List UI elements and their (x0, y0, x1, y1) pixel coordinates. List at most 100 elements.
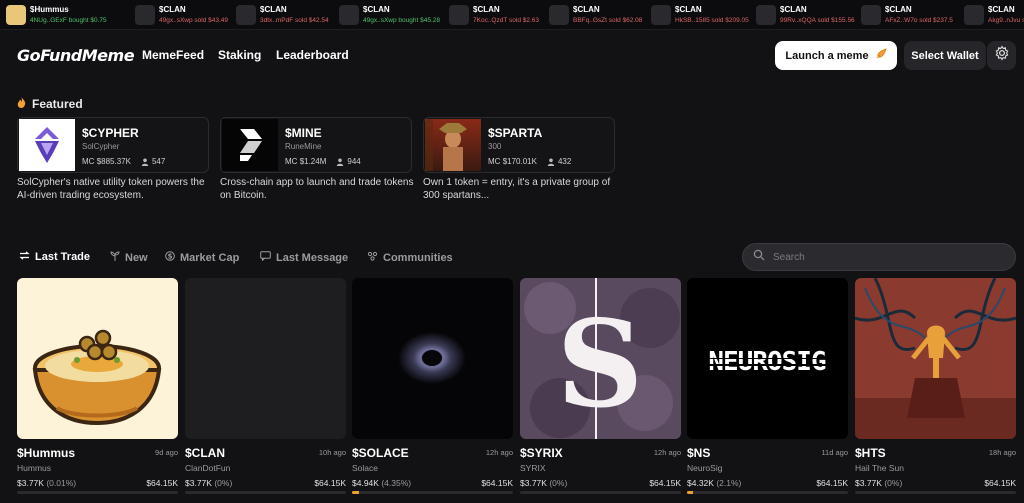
syrix-glyph: S (557, 294, 644, 435)
featured-mc: MC $1.24M (285, 157, 326, 166)
token-image[interactable]: S (520, 278, 681, 439)
bonding-progress-fill (352, 491, 359, 494)
token-image[interactable] (855, 278, 1016, 439)
token-goal: $64.15K (816, 478, 848, 488)
search-box[interactable] (742, 243, 1016, 271)
launch-meme-button[interactable]: Launch a meme (775, 41, 897, 70)
holders-icon (337, 158, 344, 166)
featured-holders: 432 (547, 157, 571, 166)
ticker-action: 7Koc..QzdT sold $2.63 (473, 17, 540, 24)
token-age: 9d ago (155, 448, 178, 457)
ticker-action: 3dtx..mPdF sold $42.54 (260, 17, 329, 24)
tab-last-trade[interactable]: Last Trade (19, 251, 90, 263)
token-image[interactable] (352, 278, 513, 439)
search-input[interactable] (773, 251, 993, 263)
token-card[interactable]: $HTS 18h ago Hail The Sun $3.77K (0%) $64.15… (855, 278, 1016, 503)
ticker-item[interactable]: $CLAN 7Koc..QzdT sold $2.63 (449, 3, 539, 27)
bonding-progress-bar (687, 491, 848, 494)
search-icon (753, 248, 765, 266)
bonding-progress-fill (687, 491, 694, 494)
tab-market-cap[interactable]: $ Market Cap (165, 251, 239, 264)
token-goal: $64.15K (649, 478, 681, 488)
ticker-item[interactable]: $CLAN AFxZ..W7o sold $237.5 (861, 3, 953, 27)
mc-label: MC (82, 157, 95, 166)
token-card[interactable]: $Hummus 9d ago Hummus $3.77K (0.01%) $64.15K (17, 278, 178, 503)
ticker-thumb (861, 5, 881, 25)
market-cap-value: $4.32K (687, 478, 714, 488)
token-goal: $64.15K (481, 478, 513, 488)
token-symbol: $HTS (855, 446, 886, 460)
token-card[interactable]: $SOLACE 12h ago Solace $4.94K (4.35%) $64.15… (352, 278, 513, 503)
tab-new[interactable]: New (110, 251, 148, 264)
ticker-thumb (6, 5, 26, 25)
featured-token-image (19, 119, 75, 171)
token-symbol: $Hummus (17, 446, 76, 460)
ticker-item[interactable]: $CLAN 3dtx..mPdF sold $42.54 (236, 3, 329, 27)
featured-token-image (425, 119, 481, 171)
token-goal: $64.15K (984, 478, 1016, 488)
market-cap-value: $3.77K (855, 478, 882, 488)
ticker-item[interactable]: $Hummus 4NUg..GExF bought $0.75 (6, 3, 107, 27)
token-image[interactable]: NEUROSIG (687, 278, 848, 439)
ticker-thumb (236, 5, 256, 25)
ticker-symbol: $CLAN (159, 5, 186, 14)
logo[interactable]: GoFundMeme (17, 46, 135, 65)
holders-icon (141, 158, 149, 166)
featured-card[interactable]: $CYPHER SolCypher MC $885.37K 547 (17, 117, 209, 173)
featured-card[interactable]: $SPARTA 300 MC $170.01K 432 (423, 117, 615, 173)
token-symbol: $NS (687, 446, 711, 460)
ticker-item[interactable]: $CLAN Akg9..nJvu sold $9 (964, 3, 1024, 27)
token-card[interactable]: S $SYRIX 12h ago SYRIX $3.77K (0%) $64.15K (520, 278, 681, 503)
ticker-symbol: $CLAN (573, 5, 600, 14)
nav-leaderboard[interactable]: Leaderboard (276, 48, 349, 62)
bonding-progress-bar (185, 491, 346, 494)
market-cap-value: $3.77K (520, 478, 547, 488)
token-age: 18h ago (988, 448, 1016, 457)
tab-label: Communities (383, 251, 453, 264)
ticker-item[interactable]: $CLAN 49gx..sXwp bought $45.28 (339, 3, 440, 27)
token-name: ClanDotFun (185, 463, 231, 473)
token-market-cap: $3.77K (0%) (185, 478, 232, 488)
settings-button[interactable] (987, 41, 1016, 70)
token-image[interactable] (17, 278, 178, 439)
featured-description: Cross-chain app to launch and trade toke… (220, 177, 414, 201)
token-image[interactable] (185, 278, 346, 439)
ticker-action: AFxZ..W7o sold $237.5 (885, 17, 953, 24)
tab-communities[interactable]: Communities (367, 251, 453, 264)
token-name: SYRIX (520, 463, 546, 473)
market-cap-change: (0.01%) (46, 478, 77, 488)
token-name: Hail The Sun (855, 463, 904, 473)
featured-title: Featured (32, 97, 83, 111)
ticker-symbol: $CLAN (363, 5, 390, 14)
activity-ticker: $Hummus 4NUg..GExF bought $0.75 $CLAN 49gx.… (0, 0, 1024, 30)
select-wallet-button[interactable]: Select Wallet (904, 41, 986, 70)
nav-memefeed[interactable]: MemeFeed (142, 48, 204, 62)
tab-last-message[interactable]: Last Message (260, 251, 348, 264)
ticker-item[interactable]: $CLAN BBFq..GsZt sold $62.08 (549, 3, 642, 27)
token-name: Hummus (17, 463, 52, 473)
nav-staking[interactable]: Staking (218, 48, 261, 62)
token-market-cap: $4.32K (2.1%) (687, 478, 741, 488)
tab-label: Market Cap (180, 251, 240, 264)
mc-value: $885.37K (96, 157, 131, 166)
tab-label: New (125, 251, 148, 264)
ticker-thumb (964, 5, 984, 25)
gear-icon (994, 45, 1010, 66)
ticker-item[interactable]: $CLAN 49gx..sXwp sold $43.49 (135, 3, 228, 27)
ticker-symbol: $CLAN (780, 5, 807, 14)
featured-stats: MC $1.24M 944 (285, 157, 361, 166)
market-cap-value: $4.94K (352, 478, 379, 488)
token-name: Solace (352, 463, 378, 473)
rocket-icon (875, 48, 887, 63)
featured-stats: MC $885.37K 547 (82, 157, 165, 166)
token-symbol: $CLAN (185, 446, 226, 460)
market-cap-change: (2.1%) (716, 478, 742, 488)
featured-stats: MC $170.01K 432 (488, 157, 571, 166)
ticker-item[interactable]: $CLAN 99Rv..xQQA sold $155.56 (756, 3, 855, 27)
token-card[interactable]: NEUROSIG $NS 11d ago NeuroSig $4.32K (2.1%)… (687, 278, 848, 503)
ticker-item[interactable]: $CLAN HkSB..1585 sold $209.05 (651, 3, 749, 27)
ticker-thumb (135, 5, 155, 25)
featured-card[interactable]: $MINE RuneMine MC $1.24M 944 (220, 117, 412, 173)
ticker-symbol: $CLAN (988, 5, 1015, 14)
token-card[interactable]: $CLAN 10h ago ClanDotFun $3.77K (0%) $64.15K (185, 278, 346, 503)
